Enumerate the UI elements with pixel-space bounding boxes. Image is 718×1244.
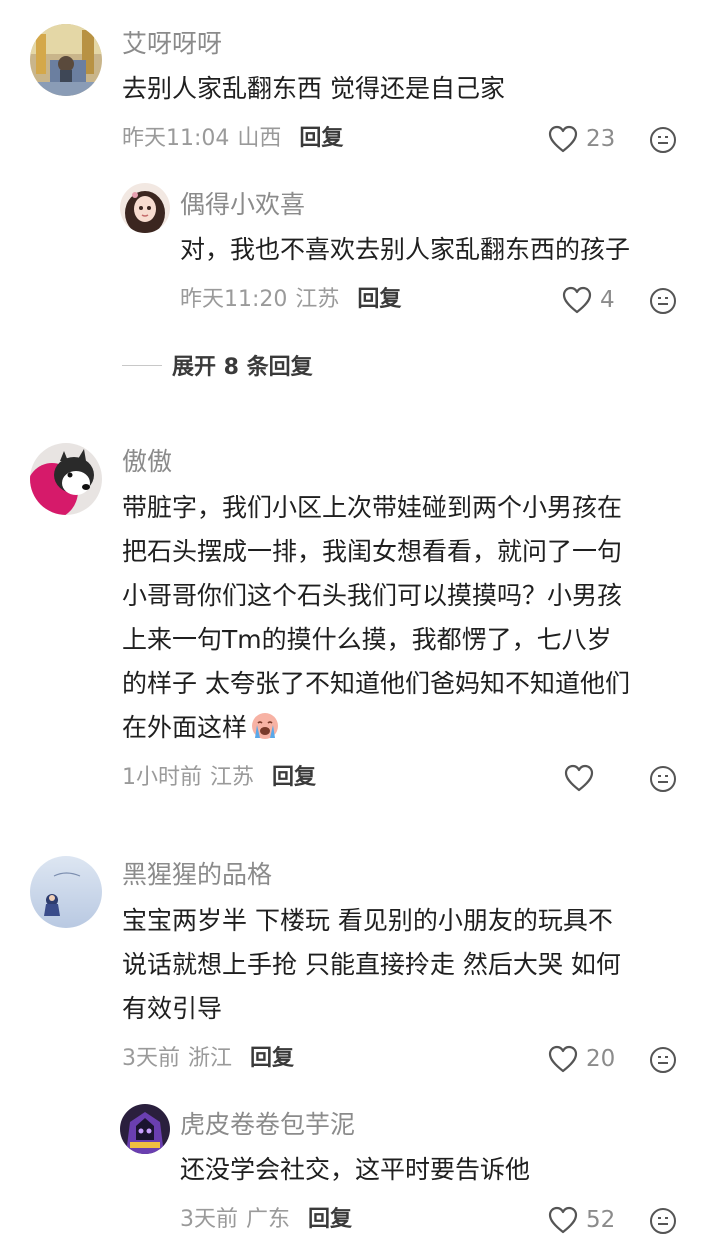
location: 江苏 [295, 287, 340, 312]
like-count: 52 [586, 1207, 616, 1233]
username[interactable]: 黑猩猩的品格 [122, 860, 272, 890]
timestamp: 3天前 [122, 1046, 180, 1071]
expand-replies-label: 展开 8 条回复 [172, 355, 313, 380]
comment-meta: 3天前 浙江 回复 [122, 1044, 294, 1074]
heart-outline-icon [548, 1045, 578, 1073]
avatar-hu-pi[interactable] [120, 1104, 170, 1154]
reply-meta: 3天前 广东 回复 [180, 1205, 352, 1235]
comment-text-line: 去别人家乱翻东西 觉得还是自己家 [122, 74, 505, 103]
like-count: 20 [586, 1046, 616, 1072]
username[interactable]: 偶得小欢喜 [180, 190, 305, 220]
comment-text-line: 的样子 太夸张了不知道他们爸妈知不知道他们 [122, 669, 630, 698]
heart-outline-icon [548, 1206, 578, 1234]
avatar-hei-xing[interactable] [30, 856, 102, 928]
comment-text-line: 把石头摆成一排，我闺女想看看，就问了一句 [122, 537, 623, 566]
comment-text-line: 小哥哥你们这个石头我们可以摸摸吗？小男孩 [122, 581, 623, 610]
timestamp: 昨天11:20 [180, 287, 288, 312]
smiley-icon[interactable] [648, 1045, 678, 1075]
like-count: 23 [586, 126, 616, 152]
reply-button[interactable]: 回复 [250, 1046, 294, 1071]
heart-outline-icon [562, 286, 592, 314]
reply-text-line: 对，我也不喜欢去别人家乱翻东西的孩子 [180, 235, 631, 264]
like-button[interactable] [564, 761, 602, 795]
comment-text-line-last: 在外面这样 [122, 706, 281, 750]
heart-outline-icon [564, 764, 594, 792]
username[interactable]: 虎皮卷卷包芋泥 [180, 1110, 355, 1140]
avatar-ou-de[interactable] [120, 183, 170, 233]
like-button[interactable]: 20 [548, 1042, 615, 1076]
timestamp: 3天前 [180, 1207, 238, 1232]
reply-button[interactable]: 回复 [357, 287, 401, 312]
crying-emoji-icon [249, 710, 281, 742]
comment-meta: 昨天11:04 山西 回复 [122, 124, 343, 154]
username[interactable]: 艾呀呀呀 [122, 29, 222, 59]
reply-text-line: 还没学会社交，这平时要告诉他 [180, 1155, 531, 1184]
heart-outline-icon [548, 125, 578, 153]
like-button[interactable]: 52 [548, 1203, 615, 1237]
avatar-ai-ya[interactable] [30, 24, 102, 96]
smiley-icon[interactable] [648, 125, 678, 155]
reply-meta: 昨天11:20 江苏 回复 [180, 285, 401, 315]
reply-button[interactable]: 回复 [299, 126, 343, 151]
smiley-icon[interactable] [648, 1206, 678, 1236]
comment-text-line: 上来一句Tm的摸什么摸，我都愣了，七八岁 [122, 625, 612, 654]
expand-replies-button[interactable]: 展开 8 条回复 [122, 349, 313, 381]
comment-text-line: 说话就想上手抢 只能直接拎走 然后大哭 如何 [122, 950, 621, 979]
like-button[interactable]: 23 [548, 122, 615, 156]
username[interactable]: 傲傲 [122, 447, 172, 477]
like-button[interactable]: 4 [562, 283, 615, 317]
divider-line [122, 364, 162, 366]
comment-meta: 1小时前 江苏 回复 [122, 763, 316, 793]
location: 广东 [246, 1207, 291, 1232]
reply-button[interactable]: 回复 [308, 1207, 352, 1232]
comment-text-line: 宝宝两岁半 下楼玩 看见别的小朋友的玩具不 [122, 906, 613, 935]
location: 山西 [237, 126, 282, 151]
timestamp: 1小时前 [122, 765, 202, 790]
comment-text: 在外面这样 [122, 713, 248, 742]
smiley-icon[interactable] [648, 764, 678, 794]
location: 江苏 [210, 765, 255, 790]
comment-text-line: 有效引导 [122, 994, 223, 1023]
reply-button[interactable]: 回复 [272, 765, 316, 790]
like-count: 4 [600, 287, 615, 313]
smiley-icon[interactable] [648, 286, 678, 316]
location: 浙江 [188, 1046, 233, 1071]
timestamp: 昨天11:04 [122, 126, 230, 151]
avatar-ao-ao[interactable] [30, 443, 102, 515]
comment-text-line: 带脏字，我们小区上次带娃碰到两个小男孩在 [122, 493, 623, 522]
